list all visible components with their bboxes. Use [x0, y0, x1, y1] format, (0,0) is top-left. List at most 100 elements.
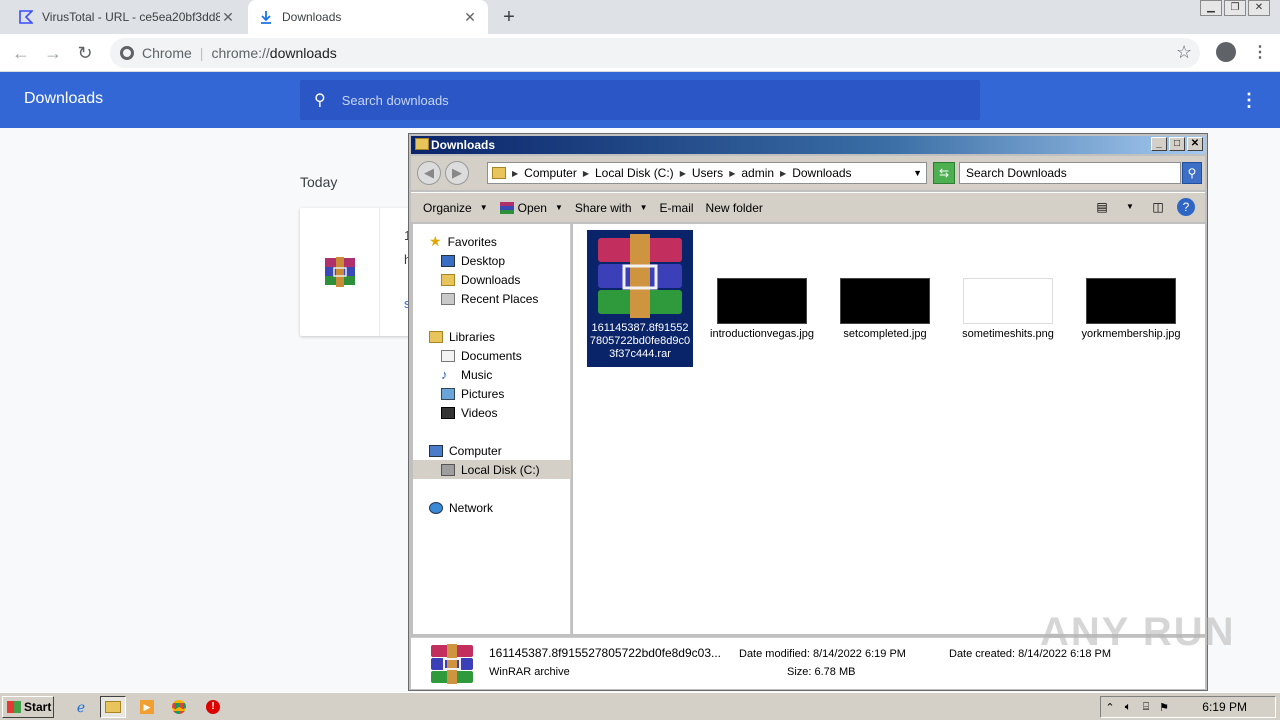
change-view-icon[interactable]: ▤ — [1093, 198, 1111, 216]
new-tab-button[interactable]: + — [498, 6, 520, 28]
internet-explorer-icon[interactable]: ℯ — [68, 696, 94, 718]
email-button[interactable]: E-mail — [660, 201, 694, 215]
computer-icon — [429, 444, 443, 457]
close-button[interactable]: ✕ — [1187, 137, 1203, 151]
file-name: setcompleted.jpg — [843, 328, 927, 340]
organize-button[interactable]: Organize ▼ — [423, 201, 488, 215]
nav-local-disk[interactable]: Local Disk (C:) — [413, 460, 571, 479]
breadcrumb-arrow: ▶ — [512, 168, 519, 178]
nav-favorites[interactable]: ★ Favorites — [413, 232, 571, 251]
breadcrumb-arrow: ▶ — [582, 168, 589, 178]
start-button[interactable]: Start — [2, 696, 54, 718]
selected-file-type: WinRAR archive — [489, 666, 570, 678]
downloads-search-input[interactable]: ⚲ Search downloads — [300, 80, 980, 120]
libraries-icon — [429, 330, 443, 343]
nav-label: Videos — [461, 405, 498, 420]
stop-icon[interactable]: ! — [200, 696, 226, 718]
network-icon[interactable]: ⌸ — [1137, 701, 1155, 714]
close-icon[interactable]: ✕ — [462, 9, 478, 26]
downloads-folder-icon — [441, 273, 455, 286]
chevron-down-icon[interactable]: ▼ — [1121, 198, 1139, 216]
nav-network[interactable]: Network — [413, 498, 571, 517]
search-icon[interactable]: ⚲ — [1182, 162, 1202, 184]
nav-label: Libraries — [449, 329, 496, 344]
close-window-button[interactable]: ✕ — [1248, 0, 1270, 16]
selected-file-name: 161145387.8f915527805722bd0fe8d9c03... — [489, 646, 722, 660]
breadcrumb[interactable]: ▶ Computer ▶ Local Disk (C:) ▶ Users ▶ a… — [487, 162, 927, 184]
media-player-icon[interactable]: ▶ — [134, 696, 160, 718]
nav-libraries[interactable]: Libraries — [413, 327, 571, 346]
minimize-button[interactable]: ▁ — [1200, 0, 1222, 16]
back-button[interactable]: ◀ — [417, 161, 441, 185]
nav-documents[interactable]: Documents — [413, 346, 571, 365]
file-item[interactable]: 161145387.8f915527805722bd0fe8d9c03f37c4… — [587, 230, 693, 367]
clock[interactable]: 6:19 PM — [1202, 700, 1247, 714]
maximize-button[interactable]: □ — [1169, 137, 1185, 151]
nav-label: Desktop — [461, 253, 506, 268]
nav-videos[interactable]: Videos — [413, 403, 571, 422]
pictures-icon — [441, 387, 455, 400]
volume-icon[interactable]: 🔈︎ — [1119, 701, 1137, 714]
system-tray: ⌃ 🔈︎ ⌸ ⚑ 6:19 PM — [1100, 696, 1276, 718]
nav-pictures[interactable]: Pictures — [413, 384, 571, 403]
recent-places-icon — [441, 292, 455, 305]
address-bar[interactable]: Chrome | chrome:// downloads — [110, 38, 1200, 68]
help-icon[interactable]: ? — [1177, 198, 1195, 216]
close-icon[interactable]: ✕ — [220, 9, 236, 26]
explorer-taskbar-icon[interactable] — [100, 696, 126, 718]
nav-recent-places[interactable]: Recent Places — [413, 289, 571, 308]
nav-music[interactable]: ♪ Music — [413, 365, 571, 384]
network-icon — [429, 501, 443, 514]
stop-icon-glyph: ! — [206, 700, 220, 714]
downloads-menu-icon[interactable]: ⋮ — [1240, 90, 1258, 111]
breadcrumb-item[interactable]: Computer — [524, 166, 577, 180]
winrar-archive-icon — [594, 234, 686, 318]
profile-avatar[interactable] — [1216, 42, 1236, 62]
explorer-window-controls: _ □ ✕ — [1151, 137, 1203, 151]
file-item[interactable]: introductionvegas.jpg — [709, 278, 815, 341]
new-folder-button[interactable]: New folder — [706, 201, 763, 215]
nav-computer[interactable]: Computer — [413, 441, 571, 460]
chevron-down-icon[interactable]: ▼ — [913, 168, 922, 178]
tab-virustotal[interactable]: VirusTotal - URL - ce5ea20bf3dd86a ✕ — [8, 0, 246, 34]
file-item[interactable]: yorkmembership.jpg — [1078, 278, 1184, 341]
download-icon — [258, 9, 274, 25]
explorer-search-input[interactable]: Search Downloads — [959, 162, 1181, 184]
url-scheme: chrome:// — [211, 45, 270, 61]
breadcrumb-item[interactable]: admin — [741, 166, 774, 180]
image-thumbnail — [963, 278, 1053, 324]
downloads-header: Downloads ⚲ Search downloads ⋮ — [0, 72, 1280, 128]
breadcrumb-item[interactable]: Downloads — [792, 166, 851, 180]
folder-icon — [415, 138, 429, 150]
open-button[interactable]: Open ▼ — [499, 201, 563, 215]
forward-button[interactable]: → — [42, 42, 64, 64]
file-item[interactable]: setcompleted.jpg — [832, 278, 938, 341]
nav-label: Downloads — [461, 272, 521, 287]
back-button[interactable]: ← — [10, 42, 32, 64]
file-item[interactable]: sometimeshits.png — [955, 278, 1061, 341]
share-with-button[interactable]: Share with ▼ — [575, 201, 648, 215]
restore-button[interactable]: ❐ — [1224, 0, 1246, 16]
explorer-title: Downloads — [431, 138, 496, 152]
forward-button[interactable]: ▶ — [445, 161, 469, 185]
action-center-flag-icon[interactable]: ⚑ — [1155, 701, 1173, 714]
preview-pane-icon[interactable]: ◫ — [1149, 198, 1167, 216]
bookmark-star-icon[interactable]: ☆ — [1176, 42, 1192, 63]
browser-menu-icon[interactable]: ⋮ — [1252, 42, 1268, 62]
reload-button[interactable]: ↻ — [74, 42, 96, 64]
refresh-icon[interactable]: ⇆ — [933, 162, 955, 184]
breadcrumb-item[interactable]: Users — [692, 166, 723, 180]
image-thumbnail — [717, 278, 807, 324]
file-name: introductionvegas.jpg — [710, 328, 814, 340]
nav-downloads[interactable]: Downloads — [413, 270, 571, 289]
explorer-title-bar[interactable]: Downloads _ □ ✕ — [411, 136, 1205, 154]
folder-icon — [492, 167, 506, 179]
breadcrumb-item[interactable]: Local Disk (C:) — [595, 166, 674, 180]
chrome-taskbar-icon[interactable] — [166, 696, 192, 718]
minimize-button[interactable]: _ — [1151, 137, 1167, 151]
tab-downloads[interactable]: Downloads ✕ — [248, 0, 488, 34]
search-icon: ⚲ — [314, 92, 326, 109]
nav-desktop[interactable]: Desktop — [413, 251, 571, 270]
chevron-up-icon[interactable]: ⌃ — [1101, 701, 1119, 714]
winrar-icon — [499, 201, 514, 214]
